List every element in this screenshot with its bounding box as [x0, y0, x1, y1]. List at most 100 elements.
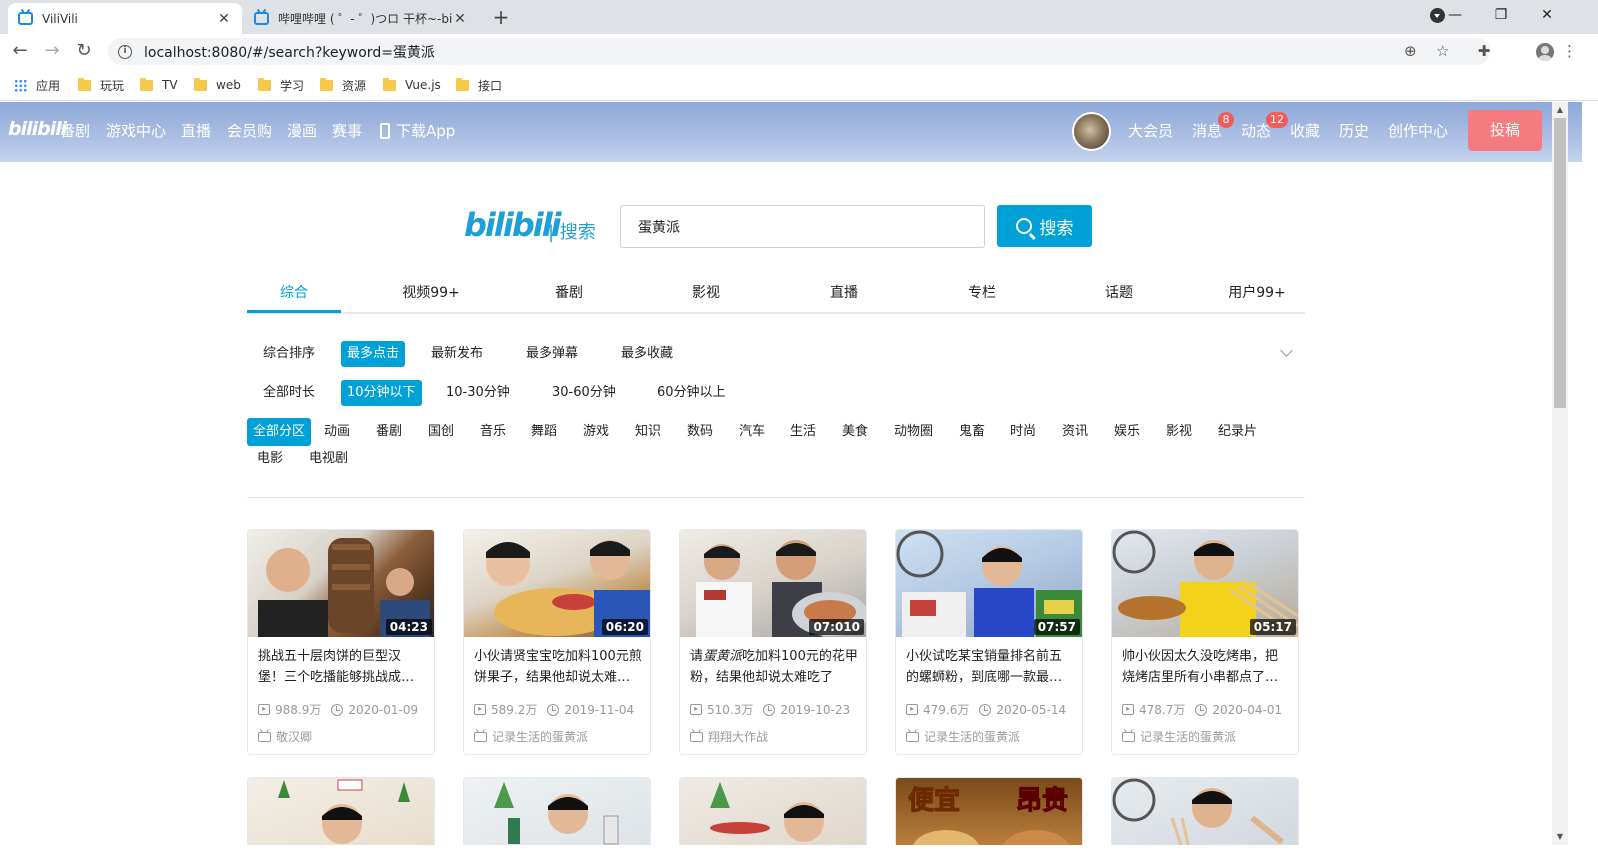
menu-kebab-icon[interactable]: ⋮ [1562, 39, 1577, 63]
video-uploader[interactable]: 记录生活的蛋黄派 [474, 728, 588, 745]
filter-zone[interactable]: 舞蹈 [525, 419, 563, 445]
browser-tab[interactable]: 哔哩哔哩 ( ゜- ゜)つロ 干杯~-bili ✕ [244, 3, 478, 34]
filter-zone[interactable]: 娱乐 [1108, 419, 1146, 445]
bookmark-folder[interactable]: 玩玩 [78, 75, 124, 95]
restore-icon[interactable]: ❐ [1478, 0, 1524, 30]
video-title[interactable]: 挑战五十层肉饼的巨型汉堡！三个吃播能够挑战成功吗 [258, 646, 426, 688]
filter-zone[interactable]: 电视剧 [303, 446, 354, 472]
search-button[interactable]: 搜索 [997, 205, 1092, 247]
tab-bangumi[interactable]: 番剧 [519, 282, 619, 302]
video-card[interactable]: 07:010 请蛋黄派吃加料100元的花甲粉，结果他却说太难吃了 510.3万 … [679, 529, 867, 755]
video-card[interactable]: 05:17 帅小伙因太久没吃烤串，把烧烤店里所有小串都点了一遍 478.7万 2… [1111, 529, 1299, 755]
video-uploader[interactable]: 翔翔大作战 [690, 728, 768, 745]
video-uploader[interactable]: 敬汉卿 [258, 728, 312, 745]
filter-zone[interactable]: 全部分区 [247, 418, 312, 446]
profile-avatar-icon[interactable] [1536, 43, 1554, 61]
scroll-down-icon[interactable]: ▼ [1552, 829, 1568, 845]
filter-order-newest[interactable]: 最新发布 [425, 341, 489, 367]
back-arrow-icon[interactable]: ← [8, 39, 32, 63]
browser-tab-active[interactable]: ViliVili ✕ [8, 3, 242, 34]
video-thumbnail[interactable]: 07:010 [680, 530, 866, 637]
nav-game-center[interactable]: 游戏中心 [106, 120, 166, 141]
tab-film[interactable]: 影视 [656, 282, 756, 302]
tab-topic[interactable]: 话题 [1069, 282, 1169, 302]
extensions-puzzle-icon[interactable]: ✚ [1472, 39, 1496, 63]
nav-bangumi[interactable]: 番剧 [60, 120, 90, 141]
filter-zone[interactable]: 资讯 [1056, 419, 1094, 445]
nav-favorites[interactable]: 收藏 [1290, 120, 1320, 141]
tab-live[interactable]: 直播 [794, 282, 894, 302]
upload-button[interactable]: 投稿 [1468, 110, 1542, 151]
tab-article[interactable]: 专栏 [932, 282, 1032, 302]
filter-zone[interactable]: 时尚 [1004, 419, 1042, 445]
filter-zone[interactable]: 汽车 [733, 419, 771, 445]
filter-zone[interactable]: 美食 [836, 419, 874, 445]
nav-messages[interactable]: 消息 8 [1192, 112, 1234, 141]
address-bar[interactable]: i localhost:8080/#/search?keyword=蛋黄派 ⊕ … [108, 38, 1490, 65]
tab-all[interactable]: 综合 [244, 282, 344, 302]
minimize-icon[interactable]: — [1432, 0, 1478, 30]
filter-zone[interactable]: 鬼畜 [953, 419, 991, 445]
forward-arrow-icon[interactable]: → [40, 39, 64, 63]
filter-zone[interactable]: 影视 [1160, 419, 1198, 445]
video-title[interactable]: 帅小伙因太久没吃烤串，把烧烤店里所有小串都点了一遍 [1122, 646, 1290, 688]
bookmark-folder[interactable]: Vue.js [383, 75, 441, 95]
filter-duration-30-60[interactable]: 30-60分钟 [546, 380, 622, 406]
reload-icon[interactable]: ↻ [72, 39, 96, 63]
user-avatar[interactable] [1072, 112, 1111, 151]
video-card[interactable]: 04:23 挑战五十层肉饼的巨型汉堡！三个吃播能够挑战成功吗 988.9万 20… [247, 529, 435, 755]
nav-vip[interactable]: 大会员 [1128, 120, 1173, 141]
filter-zone[interactable]: 动画 [318, 419, 356, 445]
filter-zone[interactable]: 番剧 [370, 419, 408, 445]
bilibili-logo-icon[interactable]: bilibili [8, 118, 67, 140]
new-tab-plus-icon[interactable]: + [488, 5, 514, 31]
tab-user[interactable]: 用户99+ [1207, 282, 1307, 302]
nav-esports[interactable]: 赛事 [332, 120, 362, 141]
video-card[interactable]: 06:20 小伙请贤宝宝吃加料100元煎饼果子，结果他却说太难吃了 589.2万… [463, 529, 651, 755]
filter-order-most-clicks[interactable]: 最多点击 [341, 341, 406, 367]
site-info-icon[interactable]: i [118, 44, 132, 59]
filter-zone[interactable]: 知识 [629, 419, 667, 445]
scrollbar-thumb[interactable] [1554, 118, 1566, 408]
nav-creator-center[interactable]: 创作中心 [1388, 120, 1448, 141]
video-thumbnail[interactable]: 05:17 [1112, 530, 1298, 637]
video-uploader[interactable]: 记录生活的蛋黄派 [906, 728, 1020, 745]
video-thumbnail[interactable]: 04:23 [248, 530, 434, 637]
nav-history[interactable]: 历史 [1339, 120, 1369, 141]
bookmark-star-icon[interactable]: ☆ [1436, 38, 1449, 65]
filter-duration-over-60[interactable]: 60分钟以上 [651, 380, 732, 406]
bookmark-folder[interactable]: TV [140, 75, 178, 95]
filter-zone[interactable]: 动物圈 [888, 419, 939, 445]
search-input[interactable] [620, 205, 985, 248]
close-icon[interactable]: ✕ [452, 11, 468, 27]
filter-zone[interactable]: 游戏 [577, 419, 615, 445]
bookmark-folder[interactable]: 学习 [258, 75, 304, 95]
zoom-icon[interactable]: ⊕ [1404, 38, 1417, 65]
filter-zone[interactable]: 电影 [251, 446, 289, 472]
bookmark-folder[interactable]: 资源 [320, 75, 366, 95]
chevron-down-icon[interactable] [1280, 344, 1293, 357]
nav-member-shop[interactable]: 会员购 [227, 120, 272, 141]
filter-duration-all[interactable]: 全部时长 [257, 380, 321, 406]
filter-zone[interactable]: 纪录片 [1212, 419, 1263, 445]
video-thumbnail[interactable]: 06:20 [464, 530, 650, 637]
filter-duration-10-30[interactable]: 10-30分钟 [440, 380, 516, 406]
nav-manga[interactable]: 漫画 [287, 120, 317, 141]
nav-live[interactable]: 直播 [181, 120, 211, 141]
video-card[interactable]: 07:57 小伙试吃某宝销量排名前五的螺蛳粉，到底哪一款最好吃 479.6万 2… [895, 529, 1083, 755]
bookmark-apps[interactable]: 应用 [14, 75, 60, 95]
filter-order-default[interactable]: 综合排序 [257, 341, 321, 367]
video-thumbnail[interactable]: 07:57 [896, 530, 1082, 637]
nav-dynamics[interactable]: 动态 12 [1241, 112, 1288, 141]
video-title[interactable]: 小伙请贤宝宝吃加料100元煎饼果子，结果他却说太难吃了 [474, 646, 642, 688]
scroll-up-icon[interactable]: ▲ [1552, 102, 1568, 118]
filter-order-most-danmaku[interactable]: 最多弹幕 [520, 341, 584, 367]
filter-order-most-favorites[interactable]: 最多收藏 [615, 341, 679, 367]
nav-download-app[interactable]: 下载App [380, 120, 455, 141]
close-icon[interactable]: ✕ [216, 11, 232, 27]
filter-zone[interactable]: 生活 [784, 419, 822, 445]
video-title[interactable]: 请蛋黄派吃加料100元的花甲粉，结果他却说太难吃了 [690, 646, 858, 688]
filter-zone[interactable]: 数码 [681, 419, 719, 445]
bookmark-folder[interactable]: 接口 [456, 75, 502, 95]
filter-duration-under-10[interactable]: 10分钟以下 [341, 380, 422, 406]
